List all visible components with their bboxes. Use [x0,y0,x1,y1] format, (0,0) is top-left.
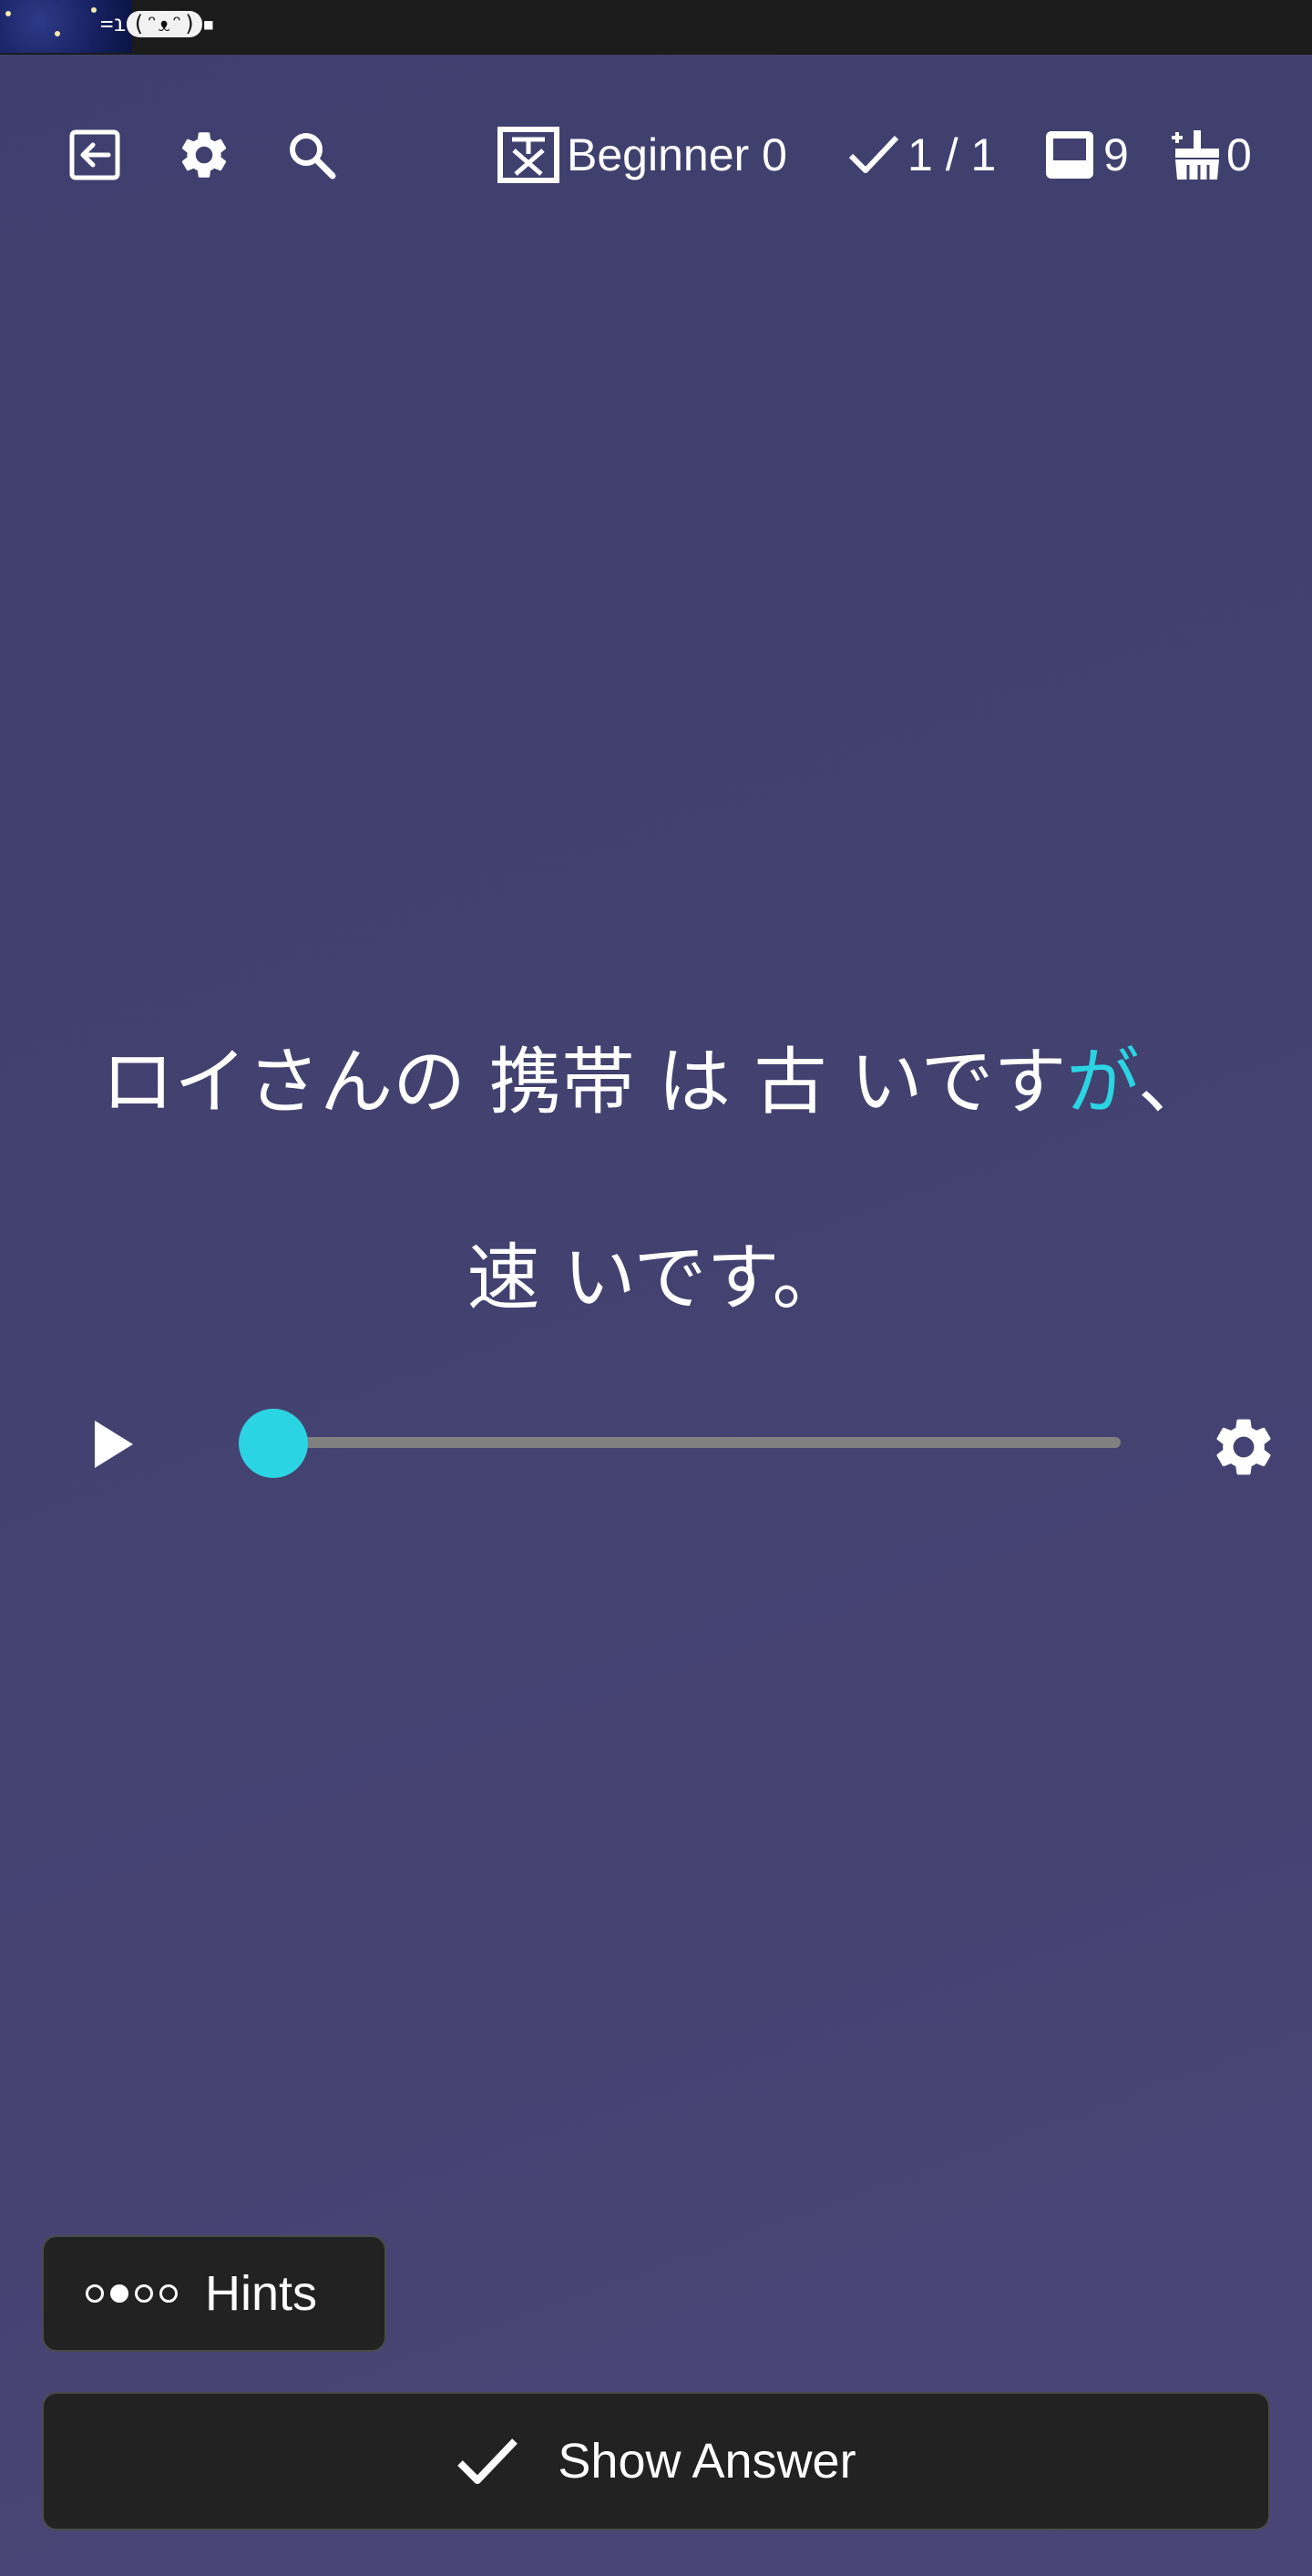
audio-settings-button[interactable] [1207,1411,1280,1483]
audio-player [0,1394,1312,1485]
reviewed-count: 1 / 1 [907,129,997,180]
check-icon [457,2438,518,2484]
cleanup-count: 0 [1226,129,1252,180]
hints-label: Hints [205,2266,318,2321]
audio-progress-thumb[interactable] [239,1409,308,1478]
check-icon [848,135,899,173]
exit-icon[interactable] [66,126,124,184]
dictionary-icon [497,127,559,183]
sentence-line-1: ロイさんの 携帯 は 古 いですが、 [0,984,1312,1180]
sentence-part: ロイさんの 携帯 は 古 いです [101,1040,1067,1124]
kaomoji-right: ▪ [201,11,216,36]
cleanup-stat[interactable]: 0 [1166,128,1252,182]
level-stat[interactable]: Beginner 0 [497,127,787,183]
hints-button[interactable]: Hints [42,2235,386,2352]
inbox-count: 9 [1103,129,1129,180]
inbox-stat[interactable]: 9 [1043,128,1129,182]
show-answer-button[interactable]: Show Answer [42,2392,1270,2530]
reviewed-stat[interactable]: 1 / 1 [847,128,996,182]
audio-progress-track[interactable] [273,1437,1121,1448]
inbox-icon [1046,131,1093,179]
hint-dot [110,2284,128,2303]
kaomoji-left: =ɿ [100,11,127,36]
hint-dot [135,2284,153,2303]
gear-icon [1216,1419,1271,1475]
system-status-bar: =ɿ (ᵔᴥᵔ) ▪ [0,0,1312,55]
gear-icon[interactable] [175,126,233,184]
level-count: 0 [762,129,787,180]
hint-dot [86,2284,104,2303]
search-icon[interactable] [282,126,341,184]
sentence-line-2: 速 いです。 [466,1236,846,1320]
play-icon [95,1421,133,1468]
kaomoji-face: (ᵔᴥᵔ) [126,11,202,37]
top-toolbar: Beginner 0 1 / 1 9 0 [0,109,1312,200]
status-kaomoji: =ɿ (ᵔᴥᵔ) ▪ [100,11,215,37]
hint-dot [159,2284,178,2303]
sentence-part: 、 [1137,1040,1211,1124]
level-label: Beginner [567,129,750,180]
broom-icon [1172,130,1219,180]
play-button[interactable] [82,1412,146,1476]
show-answer-label: Show Answer [558,2434,856,2489]
highlighted-grammar-point: が [1066,1040,1138,1124]
card-sentence: ロイさんの 携帯 は 古 いですが、 速 いです。 [0,984,1312,1376]
hint-dots-icon [86,2284,178,2303]
